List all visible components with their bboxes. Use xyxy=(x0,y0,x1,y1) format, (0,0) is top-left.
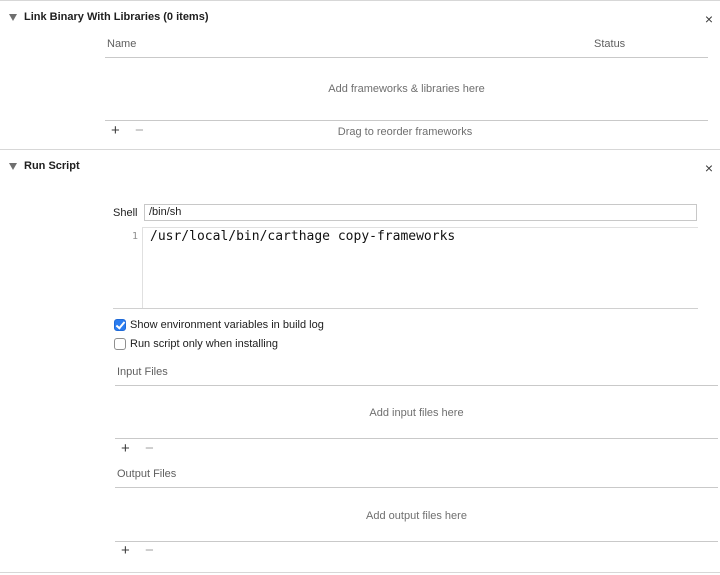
frameworks-placeholder: Add frameworks & libraries here xyxy=(328,83,485,95)
add-framework-button[interactable]: + xyxy=(111,123,120,138)
remove-output-file-button[interactable]: − xyxy=(145,543,154,558)
run-script-title: Run Script xyxy=(24,160,80,172)
disclosure-triangle-icon[interactable] xyxy=(9,163,17,170)
disclosure-triangle-icon[interactable] xyxy=(9,14,17,21)
close-icon[interactable]: × xyxy=(703,161,715,175)
show-env-vars-label[interactable]: Show environment variables in build log xyxy=(130,319,324,331)
script-editor[interactable]: 1 /usr/local/bin/carthage copy-framework… xyxy=(113,227,698,309)
list-bottom-divider xyxy=(105,120,708,121)
section-divider xyxy=(0,149,720,150)
editor-bottom-border xyxy=(113,308,698,309)
close-icon[interactable]: × xyxy=(703,12,715,26)
column-header-status[interactable]: Status xyxy=(594,38,625,50)
run-only-installing-label[interactable]: Run script only when installing xyxy=(130,338,278,350)
top-divider xyxy=(0,0,720,1)
header-divider xyxy=(105,57,708,58)
run-script-header[interactable]: Run Script × xyxy=(0,158,720,178)
add-output-file-button[interactable]: + xyxy=(121,543,130,558)
remove-input-file-button[interactable]: − xyxy=(145,441,154,456)
show-env-vars-checkbox[interactable] xyxy=(114,319,126,331)
shell-field[interactable]: /bin/sh xyxy=(144,204,697,221)
line-number-gutter: 1 xyxy=(113,227,143,308)
script-code[interactable]: /usr/local/bin/carthage copy-frameworks xyxy=(150,229,455,244)
link-binary-header[interactable]: Link Binary With Libraries (0 items) × xyxy=(0,9,720,29)
editor-top-border xyxy=(143,227,698,228)
line-number: 1 xyxy=(131,231,138,242)
add-input-file-button[interactable]: + xyxy=(121,441,130,456)
column-header-name[interactable]: Name xyxy=(107,38,136,50)
output-files-header: Output Files xyxy=(117,468,177,480)
input-files-placeholder: Add input files here xyxy=(369,407,464,419)
input-files-top-divider xyxy=(115,385,718,386)
input-files-bottom-divider xyxy=(115,438,718,439)
output-files-top-divider xyxy=(115,487,718,488)
remove-framework-button[interactable]: − xyxy=(135,123,144,138)
output-files-placeholder: Add output files here xyxy=(366,510,467,522)
input-files-header: Input Files xyxy=(117,366,168,378)
run-only-installing-checkbox[interactable] xyxy=(114,338,126,350)
reorder-hint: Drag to reorder frameworks xyxy=(337,126,473,138)
shell-label: Shell xyxy=(113,207,138,219)
link-binary-title: Link Binary With Libraries (0 items) xyxy=(24,11,209,23)
output-files-bottom-divider xyxy=(115,541,718,542)
bottom-divider xyxy=(0,572,720,573)
